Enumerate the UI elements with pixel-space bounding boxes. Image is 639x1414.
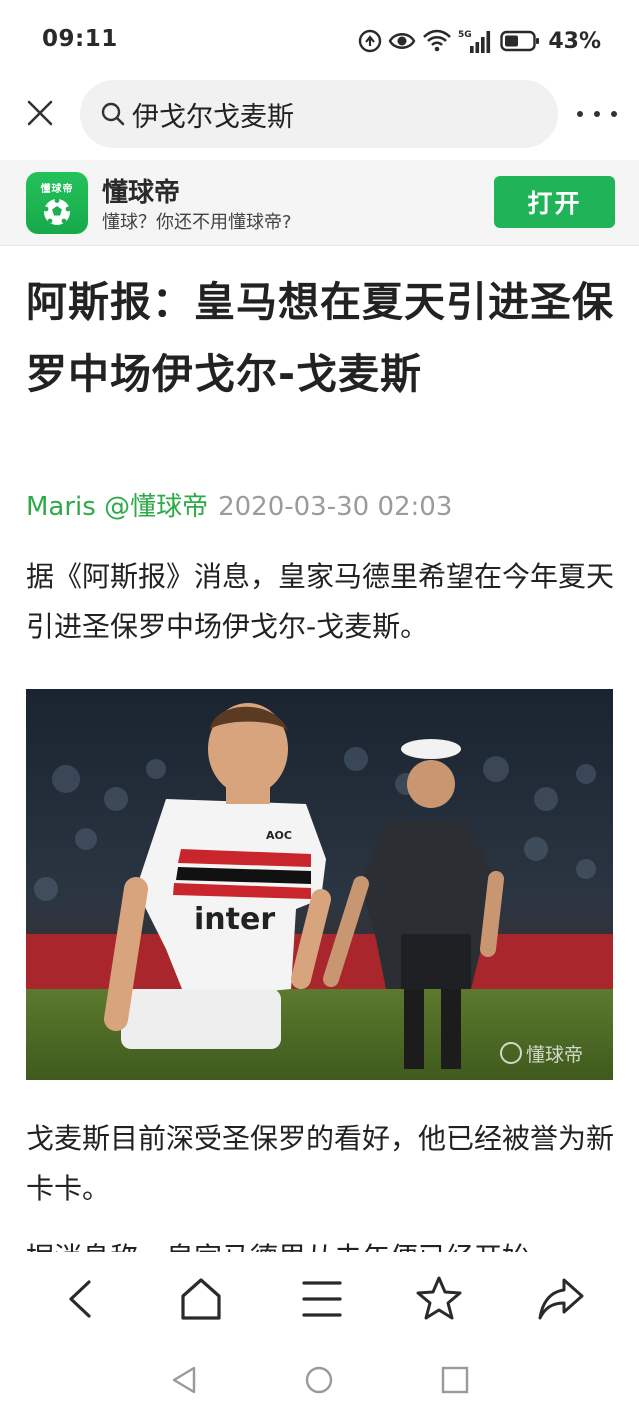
- article-date: 2020-03-30 02:03: [218, 492, 453, 522]
- status-time: 09:11: [42, 26, 118, 52]
- more-options-button[interactable]: [577, 102, 617, 126]
- home-button[interactable]: [176, 1274, 226, 1324]
- more-dot-icon: [611, 111, 617, 117]
- soccer-ball-icon: [43, 197, 71, 225]
- favorite-button[interactable]: [414, 1274, 464, 1324]
- app-logo[interactable]: 懂球帝: [26, 172, 88, 234]
- article-headline: 阿斯报：皇马想在夏天引进圣保罗中场伊戈尔-戈麦斯: [26, 278, 614, 398]
- article-paragraph: 戈麦斯目前深受圣保罗的看好，他已经被誉为新卡卡。: [26, 1122, 615, 1205]
- status-icons: 5G 43%: [358, 27, 601, 55]
- system-navigation-bar: [0, 1352, 639, 1414]
- cell-signal-icon: 5G: [458, 30, 491, 53]
- data-saver-icon: [359, 29, 382, 53]
- search-input[interactable]: 伊戈尔戈麦斯: [80, 80, 558, 148]
- app-download-banner: 懂球帝 懂球帝 懂球？你还不用懂球帝? 打开: [0, 160, 639, 246]
- article-paragraph: 据《阿斯报》消息，皇家马德里希望在今年夏天引进圣保罗中场伊戈尔-戈麦斯。: [26, 560, 615, 643]
- article-author[interactable]: Maris @懂球帝: [26, 492, 208, 522]
- article-byline: Maris @懂球帝 2020-03-30 02:03: [26, 486, 452, 523]
- battery-icon: [500, 30, 540, 52]
- system-back-button[interactable]: [168, 1364, 200, 1396]
- jersey-sponsor: inter: [194, 902, 275, 937]
- close-icon: [27, 100, 53, 126]
- jersey-small: AOC: [266, 829, 292, 842]
- system-home-button[interactable]: [303, 1364, 335, 1396]
- signal-label: 5G: [458, 30, 472, 40]
- search-query: 伊戈尔戈麦斯: [132, 101, 294, 133]
- close-button[interactable]: [24, 97, 56, 129]
- back-button[interactable]: [56, 1274, 106, 1324]
- nav-home-icon: [305, 1366, 333, 1394]
- app-logo-text: 懂球帝: [40, 183, 74, 195]
- wifi-icon: [423, 29, 452, 52]
- app-name: 懂球帝: [102, 178, 181, 208]
- article-photo[interactable]: inter AOC 懂球帝: [26, 689, 613, 1080]
- watermark-text: 懂球帝: [526, 1044, 583, 1066]
- football-photo: inter AOC 懂球帝: [26, 689, 613, 1080]
- share-icon: [538, 1278, 584, 1320]
- back-icon: [69, 1280, 91, 1318]
- browser-toolbar: [0, 1252, 639, 1352]
- star-icon: [416, 1276, 462, 1320]
- nav-back-icon: [172, 1366, 196, 1394]
- search-icon: [101, 102, 125, 126]
- menu-icon: [302, 1281, 342, 1317]
- menu-button[interactable]: [297, 1274, 347, 1324]
- home-icon: [181, 1278, 221, 1320]
- more-dot-icon: [594, 111, 600, 117]
- nav-recents-icon: [441, 1366, 469, 1394]
- share-button[interactable]: [536, 1274, 586, 1324]
- eye-icon: [388, 33, 416, 49]
- system-recents-button[interactable]: [439, 1364, 471, 1396]
- battery-percent: 43%: [548, 28, 601, 54]
- app-tagline: 懂球？你还不用懂球帝?: [102, 212, 292, 233]
- open-app-button[interactable]: 打开: [494, 176, 615, 228]
- search-header: 伊戈尔戈麦斯: [0, 80, 639, 150]
- more-dot-icon: [577, 111, 583, 117]
- status-bar: 09:11 5G 43%: [0, 0, 639, 82]
